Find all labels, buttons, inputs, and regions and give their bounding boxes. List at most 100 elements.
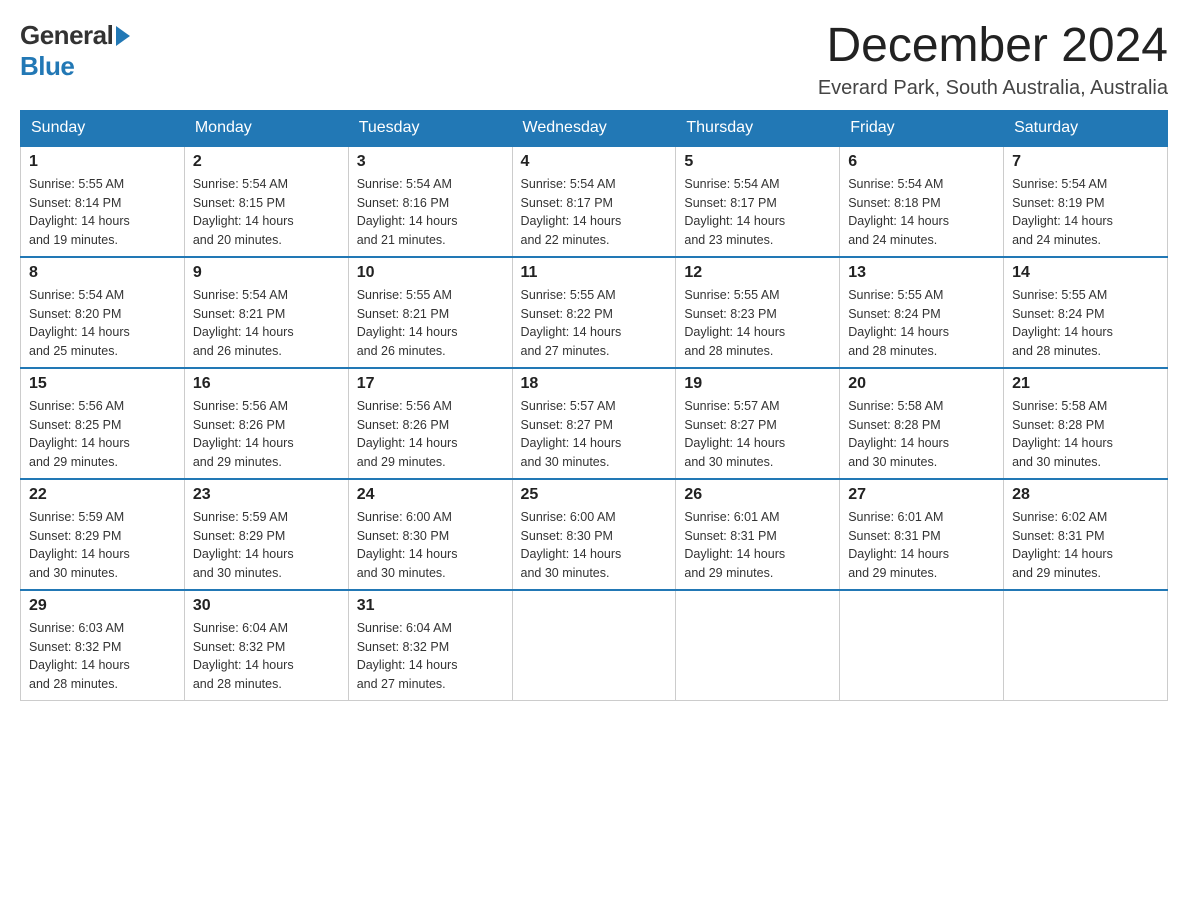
calendar-cell: 18 Sunrise: 5:57 AM Sunset: 8:27 PM Dayl… [512,368,676,479]
day-number: 8 [29,264,176,282]
day-number: 20 [848,375,995,393]
day-number: 9 [193,264,340,282]
day-info: Sunrise: 5:54 AM Sunset: 8:17 PM Dayligh… [521,175,668,250]
day-info: Sunrise: 5:55 AM Sunset: 8:14 PM Dayligh… [29,175,176,250]
day-number: 29 [29,597,176,615]
day-number: 26 [684,486,831,504]
calendar-week-4: 22 Sunrise: 5:59 AM Sunset: 8:29 PM Dayl… [21,479,1168,590]
day-number: 3 [357,153,504,171]
calendar-week-1: 1 Sunrise: 5:55 AM Sunset: 8:14 PM Dayli… [21,146,1168,257]
day-number: 11 [521,264,668,282]
day-number: 6 [848,153,995,171]
day-info: Sunrise: 5:55 AM Sunset: 8:24 PM Dayligh… [848,286,995,361]
calendar-cell: 26 Sunrise: 6:01 AM Sunset: 8:31 PM Dayl… [676,479,840,590]
day-number: 30 [193,597,340,615]
calendar-cell: 30 Sunrise: 6:04 AM Sunset: 8:32 PM Dayl… [184,590,348,701]
calendar-cell: 29 Sunrise: 6:03 AM Sunset: 8:32 PM Dayl… [21,590,185,701]
calendar-table: SundayMondayTuesdayWednesdayThursdayFrid… [20,110,1168,701]
calendar-cell: 3 Sunrise: 5:54 AM Sunset: 8:16 PM Dayli… [348,146,512,257]
calendar-cell: 5 Sunrise: 5:54 AM Sunset: 8:17 PM Dayli… [676,146,840,257]
day-number: 13 [848,264,995,282]
calendar-cell [840,590,1004,701]
day-info: Sunrise: 5:57 AM Sunset: 8:27 PM Dayligh… [521,397,668,472]
day-info: Sunrise: 5:56 AM Sunset: 8:25 PM Dayligh… [29,397,176,472]
day-number: 27 [848,486,995,504]
day-info: Sunrise: 6:00 AM Sunset: 8:30 PM Dayligh… [357,508,504,583]
calendar-week-2: 8 Sunrise: 5:54 AM Sunset: 8:20 PM Dayli… [21,257,1168,368]
day-number: 10 [357,264,504,282]
calendar-cell: 6 Sunrise: 5:54 AM Sunset: 8:18 PM Dayli… [840,146,1004,257]
location-subtitle: Everard Park, South Australia, Australia [818,77,1168,100]
calendar-cell: 12 Sunrise: 5:55 AM Sunset: 8:23 PM Dayl… [676,257,840,368]
weekday-header-saturday: Saturday [1004,110,1168,146]
day-info: Sunrise: 5:54 AM Sunset: 8:21 PM Dayligh… [193,286,340,361]
calendar-cell: 19 Sunrise: 5:57 AM Sunset: 8:27 PM Dayl… [676,368,840,479]
logo-arrow-icon [116,26,130,46]
page-header: General Blue December 2024 Everard Park,… [20,20,1168,100]
day-info: Sunrise: 5:54 AM Sunset: 8:18 PM Dayligh… [848,175,995,250]
day-number: 18 [521,375,668,393]
weekday-header-tuesday: Tuesday [348,110,512,146]
day-info: Sunrise: 5:54 AM Sunset: 8:19 PM Dayligh… [1012,175,1159,250]
calendar-cell: 27 Sunrise: 6:01 AM Sunset: 8:31 PM Dayl… [840,479,1004,590]
title-block: December 2024 Everard Park, South Austra… [818,20,1168,100]
day-info: Sunrise: 5:56 AM Sunset: 8:26 PM Dayligh… [357,397,504,472]
calendar-cell: 17 Sunrise: 5:56 AM Sunset: 8:26 PM Dayl… [348,368,512,479]
weekday-header-row: SundayMondayTuesdayWednesdayThursdayFrid… [21,110,1168,146]
calendar-cell: 7 Sunrise: 5:54 AM Sunset: 8:19 PM Dayli… [1004,146,1168,257]
calendar-cell: 9 Sunrise: 5:54 AM Sunset: 8:21 PM Dayli… [184,257,348,368]
calendar-cell: 25 Sunrise: 6:00 AM Sunset: 8:30 PM Dayl… [512,479,676,590]
day-number: 22 [29,486,176,504]
day-info: Sunrise: 5:55 AM Sunset: 8:23 PM Dayligh… [684,286,831,361]
logo: General Blue [20,20,130,82]
weekday-header-sunday: Sunday [21,110,185,146]
calendar-cell: 11 Sunrise: 5:55 AM Sunset: 8:22 PM Dayl… [512,257,676,368]
day-info: Sunrise: 5:54 AM Sunset: 8:20 PM Dayligh… [29,286,176,361]
day-number: 4 [521,153,668,171]
day-number: 23 [193,486,340,504]
day-info: Sunrise: 6:00 AM Sunset: 8:30 PM Dayligh… [521,508,668,583]
day-info: Sunrise: 6:04 AM Sunset: 8:32 PM Dayligh… [357,619,504,694]
calendar-cell: 28 Sunrise: 6:02 AM Sunset: 8:31 PM Dayl… [1004,479,1168,590]
logo-blue: Blue [20,51,74,82]
day-info: Sunrise: 5:54 AM Sunset: 8:16 PM Dayligh… [357,175,504,250]
day-info: Sunrise: 5:57 AM Sunset: 8:27 PM Dayligh… [684,397,831,472]
day-info: Sunrise: 5:59 AM Sunset: 8:29 PM Dayligh… [193,508,340,583]
calendar-cell: 20 Sunrise: 5:58 AM Sunset: 8:28 PM Dayl… [840,368,1004,479]
weekday-header-wednesday: Wednesday [512,110,676,146]
calendar-week-3: 15 Sunrise: 5:56 AM Sunset: 8:25 PM Dayl… [21,368,1168,479]
day-info: Sunrise: 5:55 AM Sunset: 8:21 PM Dayligh… [357,286,504,361]
day-info: Sunrise: 6:01 AM Sunset: 8:31 PM Dayligh… [848,508,995,583]
day-info: Sunrise: 5:54 AM Sunset: 8:17 PM Dayligh… [684,175,831,250]
weekday-header-monday: Monday [184,110,348,146]
day-number: 25 [521,486,668,504]
day-info: Sunrise: 5:59 AM Sunset: 8:29 PM Dayligh… [29,508,176,583]
day-info: Sunrise: 6:02 AM Sunset: 8:31 PM Dayligh… [1012,508,1159,583]
weekday-header-thursday: Thursday [676,110,840,146]
day-number: 12 [684,264,831,282]
calendar-cell: 15 Sunrise: 5:56 AM Sunset: 8:25 PM Dayl… [21,368,185,479]
calendar-week-5: 29 Sunrise: 6:03 AM Sunset: 8:32 PM Dayl… [21,590,1168,701]
day-number: 19 [684,375,831,393]
calendar-cell: 10 Sunrise: 5:55 AM Sunset: 8:21 PM Dayl… [348,257,512,368]
day-number: 24 [357,486,504,504]
day-number: 1 [29,153,176,171]
day-info: Sunrise: 5:55 AM Sunset: 8:24 PM Dayligh… [1012,286,1159,361]
day-info: Sunrise: 6:03 AM Sunset: 8:32 PM Dayligh… [29,619,176,694]
calendar-cell: 14 Sunrise: 5:55 AM Sunset: 8:24 PM Dayl… [1004,257,1168,368]
day-number: 21 [1012,375,1159,393]
calendar-cell: 21 Sunrise: 5:58 AM Sunset: 8:28 PM Dayl… [1004,368,1168,479]
day-number: 5 [684,153,831,171]
calendar-cell: 13 Sunrise: 5:55 AM Sunset: 8:24 PM Dayl… [840,257,1004,368]
calendar-cell: 31 Sunrise: 6:04 AM Sunset: 8:32 PM Dayl… [348,590,512,701]
day-info: Sunrise: 5:54 AM Sunset: 8:15 PM Dayligh… [193,175,340,250]
calendar-cell: 16 Sunrise: 5:56 AM Sunset: 8:26 PM Dayl… [184,368,348,479]
calendar-cell [512,590,676,701]
calendar-cell: 1 Sunrise: 5:55 AM Sunset: 8:14 PM Dayli… [21,146,185,257]
day-info: Sunrise: 6:01 AM Sunset: 8:31 PM Dayligh… [684,508,831,583]
day-number: 16 [193,375,340,393]
logo-general: General [20,20,113,51]
day-info: Sunrise: 5:58 AM Sunset: 8:28 PM Dayligh… [848,397,995,472]
day-number: 31 [357,597,504,615]
day-info: Sunrise: 5:58 AM Sunset: 8:28 PM Dayligh… [1012,397,1159,472]
